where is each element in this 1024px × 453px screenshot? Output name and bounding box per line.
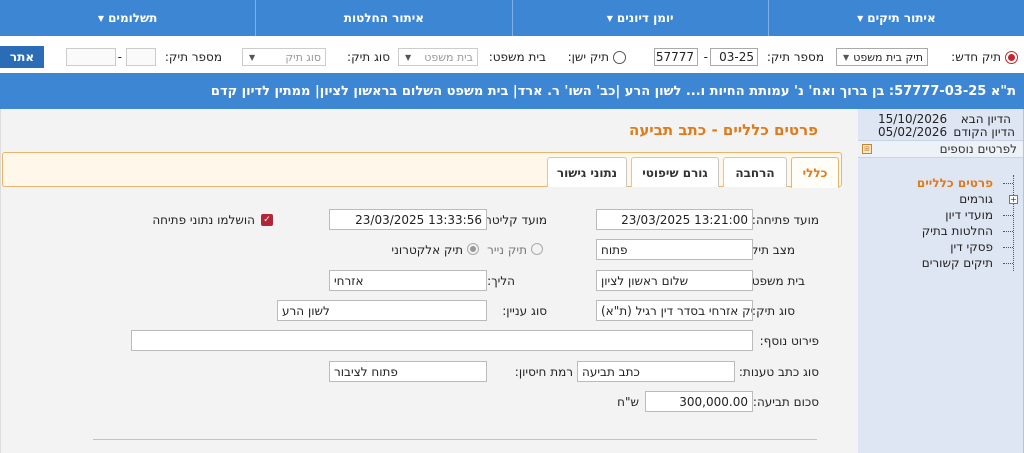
open-date-field: 23/03/2025 13:21:00 bbox=[596, 209, 753, 230]
caret-down-icon: ▼ bbox=[857, 13, 864, 23]
electronic-case-radio[interactable] bbox=[467, 243, 479, 255]
opening-data-checkbox[interactable]: ✓ bbox=[261, 214, 273, 226]
dash-separator: - bbox=[117, 50, 122, 64]
court-field: שלום ראשון לציון bbox=[596, 270, 753, 291]
amount-label: סכום תביעה: bbox=[752, 395, 819, 409]
court-label: בית משפט: bbox=[488, 50, 546, 64]
status-field: פתוח bbox=[596, 239, 753, 260]
nav-find-cases[interactable]: איתור תיקים ▼ bbox=[767, 0, 1024, 36]
search-row: תיק חדש: תיק בית משפט ▼ מספר תיק: 03-25 -… bbox=[0, 40, 1024, 74]
court-select[interactable]: בית משפט ▼ bbox=[398, 48, 478, 66]
top-nav: איתור תיקים ▼ יומן דיונים ▼ איתור החלטות ת… bbox=[0, 0, 1024, 36]
nav-find-cases-label: איתור תיקים bbox=[867, 11, 936, 25]
tab-general[interactable]: כללי bbox=[791, 157, 839, 188]
tree-item-verdicts[interactable]: פסקי דין bbox=[863, 239, 1023, 255]
page-title: פרטים כלליים - כתב תביעה bbox=[629, 121, 818, 139]
tree-item-hearing-dates[interactable]: מועדי דיון bbox=[863, 207, 1023, 223]
open-date-label: מועד פתיחה: bbox=[751, 213, 819, 227]
case-type-label: סוג תיק: bbox=[347, 50, 390, 64]
procedure-label: הליך: bbox=[487, 274, 515, 288]
privacy-field: פתוח לציבור bbox=[329, 361, 487, 382]
old-case-option[interactable]: תיק ישן: bbox=[568, 48, 626, 66]
paper-case-radio[interactable] bbox=[531, 243, 543, 255]
more-details-link[interactable]: לפרטים נוספים ⊞ bbox=[858, 140, 1023, 158]
amount-field: 300,000.00 bbox=[645, 391, 753, 412]
case-number-part2-input[interactable]: 03-25 bbox=[710, 48, 758, 66]
plus-icon[interactable]: + bbox=[1009, 195, 1018, 204]
claim-type-label: סוג כתב טענות: bbox=[738, 365, 819, 379]
status-label: מצב תיק: bbox=[745, 243, 795, 257]
chevron-down-icon: ▼ bbox=[843, 52, 850, 62]
find-button[interactable]: אתר bbox=[0, 46, 44, 68]
nav-find-decisions[interactable]: איתור החלטות bbox=[255, 0, 511, 36]
court-field-label: בית משפט: bbox=[747, 274, 805, 288]
receive-date-field: 23/03/2025 13:33:56 bbox=[329, 209, 487, 230]
prev-hearing-label: הדיון הקודם bbox=[953, 125, 1015, 139]
details-tree: פרטים כלליים + גורמים מועדי דיון החלטות ב… bbox=[863, 175, 1023, 271]
case-type-field: תיק אזרחי בסדר דין רגיל (ת"א) bbox=[596, 300, 753, 321]
tree-item-decisions[interactable]: החלטות בתיק bbox=[863, 223, 1023, 239]
tab-expansion[interactable]: הרחבה bbox=[723, 157, 787, 187]
divider bbox=[93, 439, 817, 440]
tab-mediation-data[interactable]: נתוני גישור bbox=[547, 157, 627, 187]
main-panel: פרטים כלליים - כתב תביעה כללי הרחבה גורם… bbox=[0, 109, 858, 453]
case-number-part1-input[interactable]: 57777 bbox=[654, 48, 698, 66]
new-case-option[interactable]: תיק חדש: bbox=[951, 48, 1018, 66]
currency-label: ש"ח bbox=[617, 395, 639, 409]
paper-case-label: תיק נייר bbox=[487, 243, 527, 257]
old-case-radio[interactable] bbox=[613, 50, 626, 64]
claim-type-field: כתב תביעה bbox=[577, 361, 735, 382]
case-type-select[interactable]: סוג תיק ▼ bbox=[242, 48, 326, 66]
next-hearing-label: הדיון הבא bbox=[960, 112, 1011, 126]
expand-icon: ⊞ bbox=[862, 144, 872, 154]
case-type-select-value: סוג תיק bbox=[285, 50, 321, 64]
procedure-field: אזרחי bbox=[329, 270, 487, 291]
receive-date-label: מועד קליטה: bbox=[480, 213, 547, 227]
new-case-radio[interactable] bbox=[1005, 50, 1018, 64]
nav-find-decisions-label: איתור החלטות bbox=[343, 11, 424, 25]
nav-payments[interactable]: תשלומים ▼ bbox=[0, 0, 255, 36]
case-number2-part2-input[interactable] bbox=[66, 48, 116, 66]
case-number2-label: מספר תיק: bbox=[164, 50, 222, 64]
case-title: ת"א 57777-03-25: בן ברוך ואח' נ' עמותת ה… bbox=[210, 83, 1016, 99]
tree-item-parties[interactable]: + גורמים bbox=[863, 191, 1023, 207]
prev-hearing-date: 05/02/2026 bbox=[878, 125, 948, 139]
extra-details-label: פירוט נוסף: bbox=[759, 334, 819, 348]
case-number2-part1-input[interactable] bbox=[126, 48, 156, 66]
dash-separator: - bbox=[703, 50, 708, 64]
caret-down-icon: ▼ bbox=[97, 13, 105, 23]
chevron-down-icon: ▼ bbox=[249, 52, 256, 62]
tree-item-related-cases[interactable]: תיקים קשורים bbox=[863, 255, 1023, 271]
tab-judicial-party[interactable]: גורם שיפוטי bbox=[631, 157, 719, 187]
electronic-case-label: תיק אלקטרוני bbox=[391, 243, 463, 257]
caret-down-icon: ▼ bbox=[606, 13, 613, 23]
extra-details-field bbox=[131, 330, 753, 351]
nav-hearings-diary[interactable]: יומן דיונים ▼ bbox=[511, 0, 768, 36]
case-type-field-label: סוג תיק: bbox=[752, 304, 795, 318]
court-select-value: בית משפט bbox=[424, 50, 473, 64]
tree-item-general[interactable]: פרטים כלליים bbox=[863, 175, 1023, 191]
chevron-down-icon: ▼ bbox=[405, 52, 412, 62]
case-title-bar: ת"א 57777-03-25: בן ברוך ואח' נ' עמותת ה… bbox=[0, 73, 1024, 109]
case-number-label: מספר תיק: bbox=[766, 50, 824, 64]
court-type-value: תיק בית משפט bbox=[853, 50, 923, 64]
more-details-label: לפרטים נוספים bbox=[939, 142, 1017, 156]
new-case-label: תיק חדש: bbox=[951, 50, 1001, 64]
court-type-select[interactable]: תיק בית משפט ▼ bbox=[836, 48, 928, 66]
old-case-label: תיק ישן: bbox=[567, 50, 609, 64]
general-form: מועד פתיחה: 23/03/2025 13:21:00 מועד קלי… bbox=[1, 189, 859, 453]
next-hearing-date: 15/10/2026 bbox=[878, 112, 948, 126]
nav-hearings-diary-label: יומן דיונים bbox=[616, 11, 674, 25]
opening-data-label: הושלמו נתוני פתיחה bbox=[152, 213, 255, 227]
nav-payments-label: תשלומים bbox=[108, 11, 158, 25]
side-panel: 15/10/2026 הדיון הבא 05/02/2026 הדיון הק… bbox=[858, 109, 1024, 453]
privacy-label: רמת חיסיון: bbox=[514, 365, 573, 379]
subject-field: לשון הרע bbox=[277, 300, 487, 321]
tab-strip: כללי הרחבה גורם שיפוטי נתוני גישור bbox=[2, 152, 842, 188]
subject-label: סוג עניין: bbox=[502, 304, 547, 318]
